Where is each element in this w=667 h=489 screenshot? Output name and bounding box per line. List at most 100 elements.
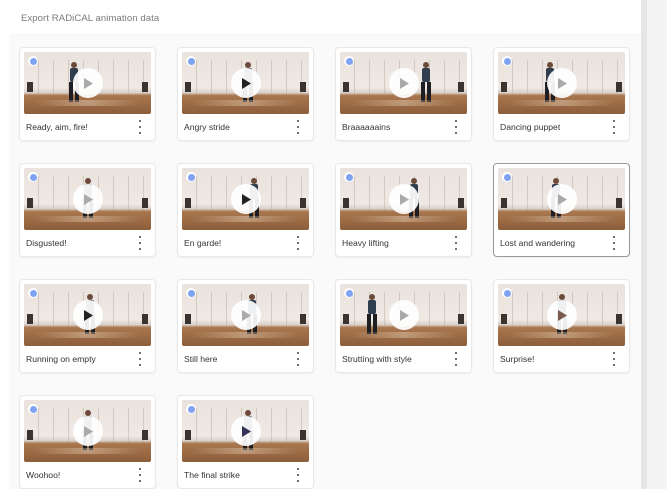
- animation-thumbnail[interactable]: [498, 284, 625, 346]
- select-radio-icon[interactable]: [28, 404, 38, 414]
- play-icon: [398, 309, 410, 322]
- play-button[interactable]: [389, 68, 419, 98]
- play-button[interactable]: [231, 184, 261, 214]
- animation-grid: Ready, aim, fire! Angry stride Braaaaaains…: [0, 0, 667, 489]
- animation-card[interactable]: Strutting with style: [335, 279, 472, 373]
- dancer-figure: [420, 62, 432, 102]
- select-radio-icon[interactable]: [28, 288, 38, 298]
- more-vertical-icon[interactable]: [295, 236, 301, 250]
- more-vertical-icon[interactable]: [295, 468, 301, 482]
- more-vertical-icon[interactable]: [611, 120, 617, 134]
- play-icon: [240, 77, 252, 90]
- animation-thumbnail[interactable]: [182, 400, 309, 462]
- play-icon: [398, 77, 410, 90]
- speaker-shape: [27, 314, 33, 324]
- animation-title: Still here: [184, 354, 218, 364]
- speaker-shape: [616, 314, 622, 324]
- select-radio-icon[interactable]: [186, 56, 196, 66]
- select-radio-icon[interactable]: [502, 56, 512, 66]
- animation-thumbnail[interactable]: [340, 168, 467, 230]
- animation-title: Surprise!: [500, 354, 535, 364]
- animation-card[interactable]: Still here: [177, 279, 314, 373]
- speaker-shape: [300, 314, 306, 324]
- animation-card[interactable]: Braaaaaains: [335, 47, 472, 141]
- play-button[interactable]: [231, 68, 261, 98]
- more-vertical-icon[interactable]: [137, 120, 143, 134]
- animation-card[interactable]: Lost and wandering: [493, 163, 630, 257]
- animation-thumbnail[interactable]: [498, 168, 625, 230]
- play-button[interactable]: [73, 184, 103, 214]
- more-vertical-icon[interactable]: [295, 352, 301, 366]
- animation-title: Braaaaaains: [342, 122, 391, 132]
- animation-card[interactable]: Dancing puppet: [493, 47, 630, 141]
- speaker-shape: [501, 198, 507, 208]
- animation-title: Woohoo!: [26, 470, 61, 480]
- play-button[interactable]: [389, 300, 419, 330]
- speaker-shape: [501, 314, 507, 324]
- play-button[interactable]: [73, 300, 103, 330]
- more-vertical-icon[interactable]: [137, 468, 143, 482]
- animation-thumbnail[interactable]: [182, 168, 309, 230]
- play-button[interactable]: [547, 68, 577, 98]
- select-radio-icon[interactable]: [344, 56, 354, 66]
- speaker-shape: [142, 430, 148, 440]
- select-radio-icon[interactable]: [344, 288, 354, 298]
- animation-card[interactable]: Ready, aim, fire!: [19, 47, 156, 141]
- animation-card[interactable]: Heavy lifting: [335, 163, 472, 257]
- animation-card[interactable]: Surprise!: [493, 279, 630, 373]
- more-vertical-icon[interactable]: [453, 352, 459, 366]
- more-vertical-icon[interactable]: [295, 120, 301, 134]
- more-vertical-icon[interactable]: [611, 352, 617, 366]
- animation-card[interactable]: The final strike: [177, 395, 314, 489]
- speaker-shape: [142, 82, 148, 92]
- play-icon: [240, 425, 252, 438]
- play-button[interactable]: [73, 68, 103, 98]
- animation-thumbnail[interactable]: [182, 52, 309, 114]
- speaker-shape: [142, 314, 148, 324]
- play-button[interactable]: [231, 300, 261, 330]
- play-icon: [556, 193, 568, 206]
- speaker-shape: [185, 314, 191, 324]
- play-icon: [82, 193, 94, 206]
- select-radio-icon[interactable]: [186, 288, 196, 298]
- animation-thumbnail[interactable]: [182, 284, 309, 346]
- play-button[interactable]: [389, 184, 419, 214]
- select-radio-icon[interactable]: [186, 404, 196, 414]
- animation-thumbnail[interactable]: [24, 168, 151, 230]
- animation-title: Lost and wandering: [500, 238, 576, 248]
- select-radio-icon[interactable]: [28, 56, 38, 66]
- select-radio-icon[interactable]: [502, 288, 512, 298]
- more-vertical-icon[interactable]: [453, 236, 459, 250]
- more-vertical-icon[interactable]: [137, 352, 143, 366]
- speaker-shape: [142, 198, 148, 208]
- animation-card[interactable]: Disgusted!: [19, 163, 156, 257]
- more-vertical-icon[interactable]: [611, 236, 617, 250]
- animation-card[interactable]: Woohoo!: [19, 395, 156, 489]
- play-button[interactable]: [547, 300, 577, 330]
- animation-thumbnail[interactable]: [24, 52, 151, 114]
- animation-card[interactable]: Angry stride: [177, 47, 314, 141]
- play-button[interactable]: [231, 416, 261, 446]
- speaker-shape: [616, 198, 622, 208]
- animation-thumbnail[interactable]: [340, 52, 467, 114]
- animation-title: Dancing puppet: [500, 122, 561, 132]
- select-radio-icon[interactable]: [502, 172, 512, 182]
- play-icon: [240, 193, 252, 206]
- play-button[interactable]: [547, 184, 577, 214]
- animation-thumbnail[interactable]: [24, 284, 151, 346]
- animation-thumbnail[interactable]: [340, 284, 467, 346]
- play-icon: [82, 425, 94, 438]
- select-radio-icon[interactable]: [186, 172, 196, 182]
- animation-card[interactable]: Running on empty: [19, 279, 156, 373]
- select-radio-icon[interactable]: [28, 172, 38, 182]
- play-button[interactable]: [73, 416, 103, 446]
- more-vertical-icon[interactable]: [453, 120, 459, 134]
- speaker-shape: [458, 198, 464, 208]
- animation-title: En garde!: [184, 238, 222, 248]
- more-vertical-icon[interactable]: [137, 236, 143, 250]
- select-radio-icon[interactable]: [344, 172, 354, 182]
- animation-thumbnail[interactable]: [24, 400, 151, 462]
- speaker-shape: [27, 430, 33, 440]
- animation-card[interactable]: En garde!: [177, 163, 314, 257]
- animation-thumbnail[interactable]: [498, 52, 625, 114]
